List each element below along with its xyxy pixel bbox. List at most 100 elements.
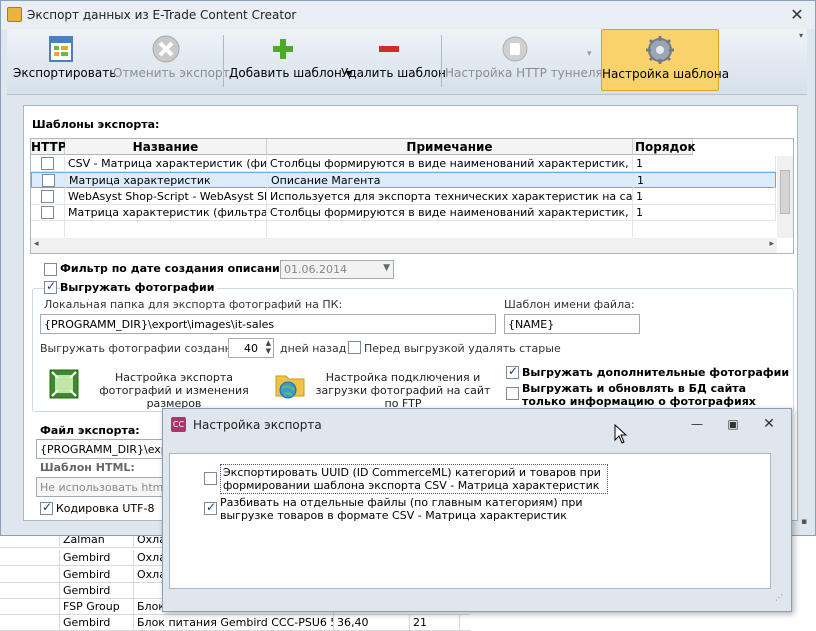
cancel-export-button[interactable]: Отменить экспорт xyxy=(113,29,230,91)
filename-template-input[interactable]: {NAME} xyxy=(504,314,640,334)
days-stepper[interactable]: 40 ▲ ▼ xyxy=(228,338,274,358)
maximize-icon[interactable]: ▣ xyxy=(723,415,743,433)
resize-settings-label: Настройка экспорта фотографий и изменени… xyxy=(99,371,249,410)
template-settings-button[interactable]: Настройка шаблона xyxy=(601,29,730,91)
export-settings-dialog: CC Настройка экспорта — ▣ ✕ Экспортирова… xyxy=(162,408,792,612)
close-icon[interactable]: ✕ xyxy=(759,415,779,433)
template-name: WebAsyst Shop-Script - WebAsyst Sho xyxy=(65,189,267,205)
gear-icon xyxy=(646,36,674,64)
export-uuid-label: Экспортировать UUID (ID CommerceML) кате… xyxy=(220,464,608,494)
vertical-scrollbar[interactable] xyxy=(777,156,793,238)
html-template-label: Шаблон HTML: xyxy=(40,461,135,474)
scroll-left-icon[interactable]: ◂ xyxy=(34,239,39,249)
dialog-options-panel: Экспортировать UUID (ID CommerceML) кате… xyxy=(169,453,771,589)
tunnel-icon xyxy=(502,36,528,62)
http-checkbox[interactable] xyxy=(41,206,54,219)
filename-template-label: Шаблон имени файла: xyxy=(504,298,635,311)
col-http[interactable]: HTTP xyxy=(31,139,66,155)
http-checkbox[interactable] xyxy=(41,190,54,203)
export-file-input[interactable]: {PROGRAMM_DIR}\expor xyxy=(36,439,166,459)
export-label: Экспортировать xyxy=(13,66,117,80)
delete-old-label: Перед выгрузкой удалять старые xyxy=(364,342,561,355)
http-tunnel-button[interactable]: Настройка HTTP туннеля xyxy=(445,29,603,91)
table-row[interactable]: Матрица характеристик (фильтрация Столбц… xyxy=(31,205,776,221)
sheet-cell: Gembird xyxy=(60,583,134,598)
close-icon[interactable]: ✕ xyxy=(787,5,807,25)
delete-template-label: Удалить шаблон xyxy=(341,66,446,80)
template-order: 1 xyxy=(633,205,776,221)
horizontal-scrollbar[interactable]: ◂ ▸ xyxy=(31,238,777,253)
sheet-cell: Gembird xyxy=(60,550,134,565)
table-row xyxy=(31,221,776,237)
table-row[interactable]: Матрица характеристик Описание Магента 1 xyxy=(31,172,776,189)
date-filter-checkbox[interactable] xyxy=(44,263,57,276)
scrollbar-thumb[interactable] xyxy=(780,170,790,214)
app-icon xyxy=(7,7,22,22)
template-settings-label: Настройка шаблона xyxy=(602,67,730,81)
extra-photos-label: Выгружать дополнительные фотографии xyxy=(522,366,790,379)
utf8-label: Кодировка UTF-8 xyxy=(56,502,155,515)
template-note: Столбцы формируются в виде наименований … xyxy=(267,156,633,172)
resize-grip-icon[interactable]: ⋰ xyxy=(775,593,783,602)
sheet-cell: Gembird xyxy=(60,567,134,582)
plus-icon xyxy=(273,39,293,59)
window-title: Экспорт данных из E-Trade Content Creato… xyxy=(27,8,297,22)
cancel-icon xyxy=(152,35,180,63)
date-filter-picker[interactable]: 01.06.2014 ▼ xyxy=(280,260,394,279)
template-name: Матрица характеристик xyxy=(66,173,268,189)
templates-grid: HTTP Название Примечание Порядок CSV - М… xyxy=(30,138,794,254)
split-files-checkbox[interactable] xyxy=(204,500,217,515)
export-photos-checkbox[interactable] xyxy=(44,279,57,294)
resize-image-icon xyxy=(49,369,79,399)
export-uuid-checkbox[interactable] xyxy=(204,472,217,485)
http-tunnel-label: Настройка HTTP туннеля xyxy=(445,66,603,80)
templates-heading: Шаблоны экспорта: xyxy=(32,118,160,131)
photos-created-label: Выгружать фотографии созданные xyxy=(40,342,248,355)
stepper-arrows-icon[interactable]: ▲ ▼ xyxy=(266,339,271,355)
toolbar-divider xyxy=(223,35,224,87)
minus-icon xyxy=(379,46,399,52)
sheet-cell: Gembird xyxy=(60,615,134,630)
resize-settings-button[interactable]: Настройка экспорта фотографий и изменени… xyxy=(48,368,262,410)
photo-folder-input[interactable]: {PROGRAMM_DIR}\export\images\it-sales xyxy=(40,314,496,334)
resize-grip-icon[interactable]: ▪ xyxy=(801,517,807,527)
delete-template-button[interactable]: Удалить шаблон xyxy=(341,29,446,91)
template-order: 1 xyxy=(634,173,775,189)
http-checkbox[interactable] xyxy=(42,174,55,187)
sheet-cell: 21 xyxy=(410,615,460,630)
date-filter-label: Фильтр по дате создания описаний xyxy=(60,262,288,275)
col-note[interactable]: Примечание xyxy=(267,139,633,155)
extra-photos-checkbox[interactable] xyxy=(506,364,519,379)
sheet-cell: FSP Group xyxy=(60,599,134,614)
add-template-label: Добавить шаблон ▾ xyxy=(229,66,352,80)
template-order: 1 xyxy=(633,156,776,172)
delete-old-checkbox[interactable] xyxy=(348,341,361,354)
template-note: Используется для экспорта технических ха… xyxy=(267,189,633,205)
add-template-button[interactable]: Добавить шаблон ▾ xyxy=(229,29,352,91)
toolbar-overflow[interactable]: ▾ xyxy=(799,31,807,91)
update-photos-only-checkbox[interactable] xyxy=(506,387,519,400)
export-icon xyxy=(49,36,73,62)
html-template-select[interactable]: Не использовать html ш xyxy=(36,477,166,497)
template-note: Столбцы формируются в виде наименований … xyxy=(267,205,633,221)
template-note: Описание Магента xyxy=(268,173,634,189)
folder-globe-icon xyxy=(275,375,305,399)
utf8-checkbox[interactable] xyxy=(40,500,53,515)
http-checkbox[interactable] xyxy=(41,157,54,170)
toolbar-divider xyxy=(441,35,442,87)
table-row: Gembird Блок питания Gembird CCC-PSU6 50… xyxy=(0,615,470,631)
export-photos-label: Выгружать фотографии xyxy=(60,281,218,294)
table-row[interactable]: CSV - Матрица характеристик (филь Столбц… xyxy=(31,156,776,172)
col-order[interactable]: Порядок xyxy=(633,139,696,155)
table-row[interactable]: WebAsyst Shop-Script - WebAsyst Sho Испо… xyxy=(31,189,776,205)
template-name: Матрица характеристик (фильтрация xyxy=(65,205,267,221)
minimize-icon[interactable]: — xyxy=(687,415,707,433)
export-button[interactable]: Экспортировать xyxy=(13,29,117,91)
col-name[interactable]: Название xyxy=(65,139,267,155)
ftp-settings-button[interactable]: Настройка подключения и загрузки фотогра… xyxy=(274,368,498,410)
cancel-export-label: Отменить экспорт xyxy=(113,66,230,80)
cursor-icon xyxy=(614,424,628,444)
chevron-down-icon[interactable]: ▾ xyxy=(587,49,592,59)
days-suffix-label: дней назад xyxy=(280,342,347,355)
scroll-right-icon[interactable]: ▸ xyxy=(769,239,774,249)
